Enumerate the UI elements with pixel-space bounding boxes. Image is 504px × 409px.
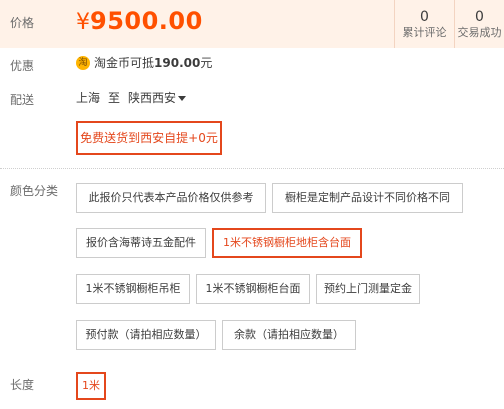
promo-amount: 190.00	[154, 56, 201, 70]
color-option[interactable]: 余款（请拍相应数量）	[222, 320, 356, 350]
taojinbi-coin-icon: 淘	[76, 56, 90, 70]
promo-unit: 元	[200, 56, 213, 70]
promo-prefix: 淘金币可抵	[94, 56, 155, 70]
color-option-selected[interactable]: 1米不锈钢橱柜地柜含台面	[212, 228, 362, 258]
price-amount: 9500.00	[90, 7, 203, 35]
currency-symbol: ¥	[76, 10, 90, 35]
promo-text: 淘金币可抵190.00元	[94, 56, 212, 70]
sales-count-label: 交易成功	[457, 26, 502, 39]
review-count: 0	[420, 9, 429, 25]
chevron-down-icon[interactable]	[178, 96, 186, 101]
promo-label: 优惠	[10, 59, 35, 73]
review-count-label: 累计评论	[402, 26, 447, 39]
delivery-origin: 上海	[76, 91, 101, 105]
delivery-route[interactable]: 上海至陕西西安	[76, 90, 176, 106]
color-option[interactable]: 1米不锈钢橱柜台面	[196, 274, 310, 304]
price-value: ¥9500.00	[76, 6, 203, 39]
delivery-label: 配送	[10, 93, 35, 107]
delivery-to: 至	[108, 91, 121, 105]
delivery-destination[interactable]: 陕西西安	[128, 91, 176, 105]
color-option[interactable]: 报价含海蒂诗五金配件	[76, 228, 206, 258]
color-option[interactable]: 1米不锈钢橱柜吊柜	[76, 274, 190, 304]
length-label: 长度	[10, 378, 35, 392]
delivery-option-button[interactable]: 免费送货到西安自提+0元	[76, 121, 222, 155]
section-divider	[0, 168, 504, 169]
length-option-selected[interactable]: 1米	[76, 372, 106, 400]
sales-count-stat: 0 交易成功	[454, 0, 504, 48]
color-option[interactable]: 此报价只代表本产品价格仅供参考	[76, 183, 266, 213]
review-count-stat[interactable]: 0 累计评论	[394, 0, 454, 48]
color-label: 颜色分类	[10, 184, 59, 198]
color-option[interactable]: 橱柜是定制产品设计不同价格不同	[272, 183, 463, 213]
stats-bar: 0 累计评论 0 交易成功	[394, 0, 504, 48]
price-label: 价格	[10, 16, 35, 30]
color-option[interactable]: 预约上门测量定金	[316, 274, 420, 304]
sales-count: 0	[475, 9, 484, 25]
color-option[interactable]: 预付款（请拍相应数量）	[76, 320, 216, 350]
